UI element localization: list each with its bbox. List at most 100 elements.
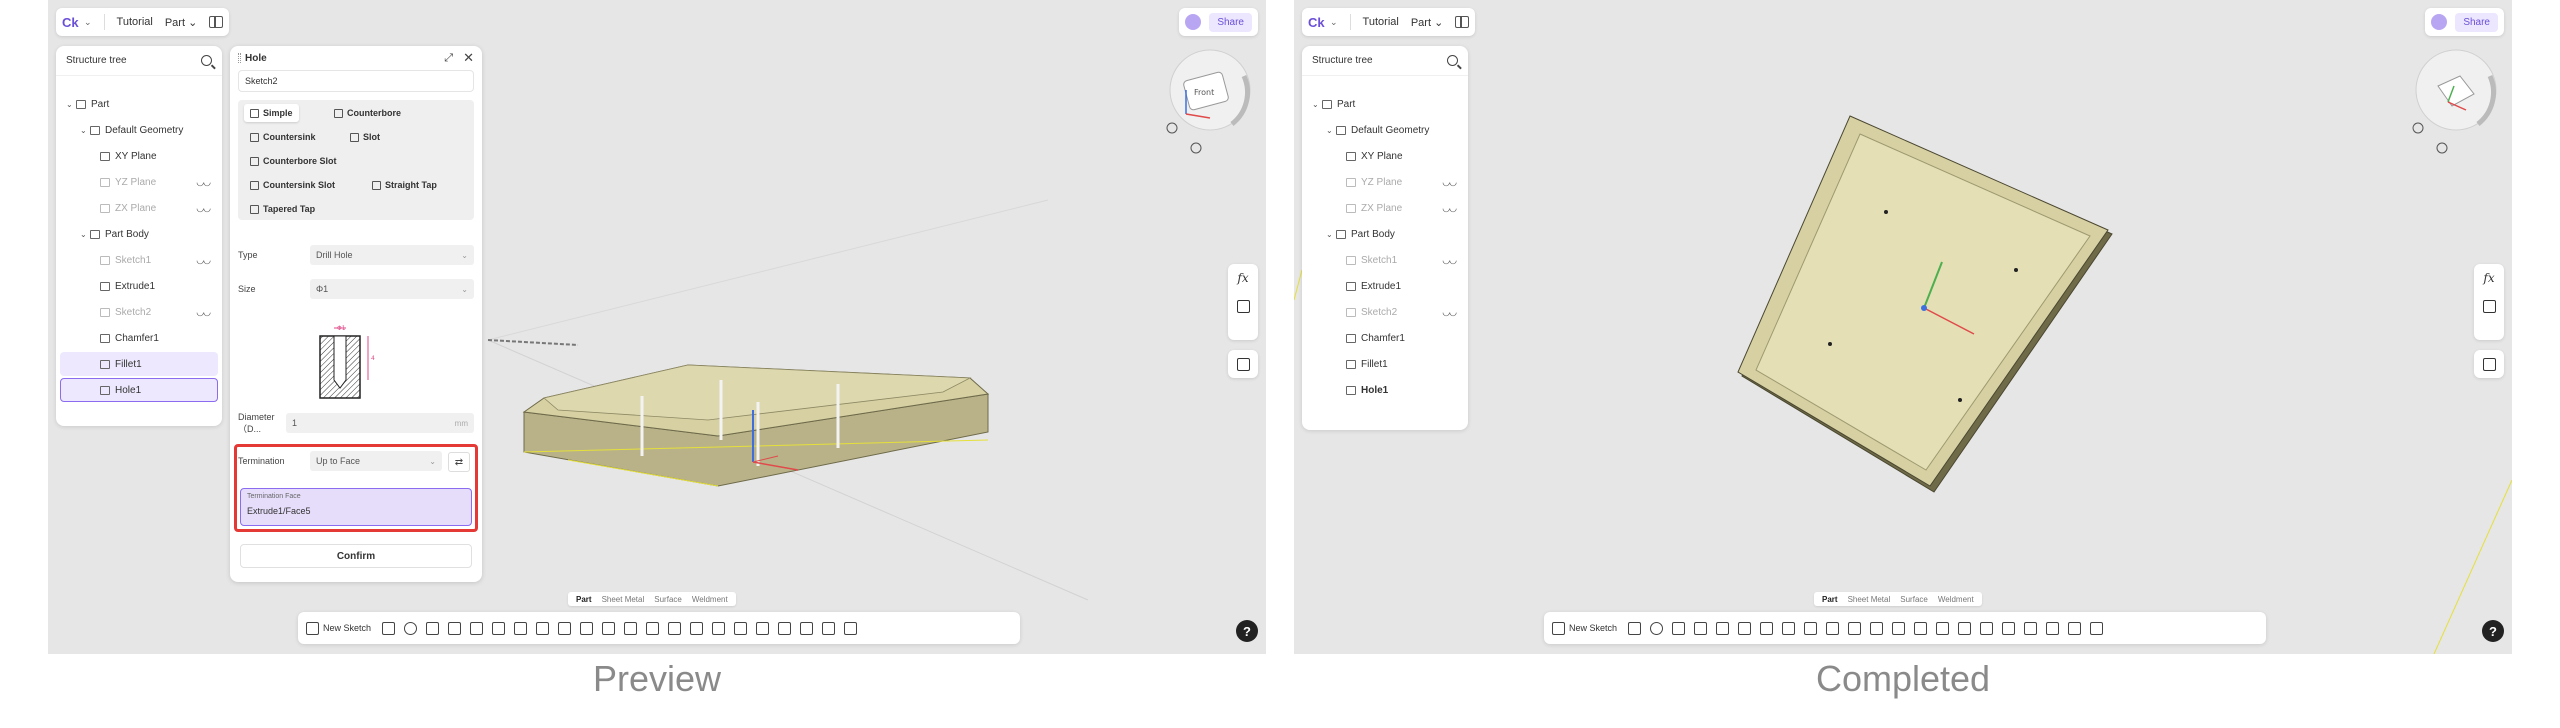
tree-item-hole1[interactable]: Hole1 bbox=[60, 378, 218, 402]
panel-toggle-icon[interactable] bbox=[1455, 16, 1470, 28]
tree-item-part-body[interactable]: ⌄ Part Body bbox=[1306, 222, 1464, 246]
chevron-down-icon[interactable]: ⌄ bbox=[1330, 17, 1338, 28]
scale-icon[interactable] bbox=[1980, 621, 1994, 635]
chevron-down-icon[interactable]: ⌄ bbox=[80, 126, 90, 135]
new-sketch-button[interactable]: New Sketch bbox=[306, 621, 371, 635]
avatar[interactable] bbox=[1185, 14, 1202, 30]
tree-item-extrude1[interactable]: Extrude1 bbox=[60, 274, 218, 298]
pattern-icon[interactable] bbox=[624, 621, 638, 635]
section-icon[interactable] bbox=[2090, 621, 2104, 635]
hidden-eye-icon[interactable]: ◡◡ bbox=[196, 177, 211, 188]
checklist-button[interactable] bbox=[2474, 292, 2504, 320]
tree-item-sketch2[interactable]: Sketch2 ◡◡ bbox=[60, 300, 218, 324]
draft-icon[interactable] bbox=[1826, 621, 1840, 635]
hole-type-straight-tap[interactable]: Straight Tap bbox=[366, 176, 443, 194]
share-button[interactable]: Share bbox=[1209, 12, 1252, 32]
combine-icon[interactable] bbox=[1914, 621, 1928, 635]
pin-icon[interactable]: ⤢ bbox=[444, 52, 453, 65]
search-icon[interactable] bbox=[1447, 55, 1458, 66]
view-cube-gizmo[interactable]: Front bbox=[1162, 46, 1258, 166]
hidden-eye-icon[interactable]: ◡◡ bbox=[196, 307, 211, 318]
checklist-button[interactable] bbox=[1228, 292, 1258, 320]
hole-type-tapered-tap[interactable]: Tapered Tap bbox=[244, 200, 321, 218]
tree-item-sketch1[interactable]: Sketch1 ◡◡ bbox=[1306, 248, 1464, 272]
tab-part[interactable]: Part bbox=[1818, 595, 1842, 604]
variable-button[interactable] bbox=[1228, 350, 1258, 378]
chevron-down-icon[interactable]: ⌄ bbox=[80, 230, 90, 239]
loft-icon[interactable] bbox=[448, 621, 462, 635]
hole-type-simple[interactable]: Simple bbox=[244, 104, 299, 122]
extrude-icon[interactable] bbox=[382, 621, 396, 635]
axis-icon[interactable] bbox=[2024, 621, 2038, 635]
fillet-icon[interactable] bbox=[1760, 621, 1774, 635]
tab-surface[interactable]: Surface bbox=[1896, 595, 1932, 604]
plane-icon[interactable] bbox=[756, 621, 770, 635]
move-icon[interactable] bbox=[1958, 621, 1972, 635]
rib-icon[interactable] bbox=[470, 621, 484, 635]
hidden-eye-icon[interactable]: ◡◡ bbox=[1442, 255, 1457, 266]
thicken-icon[interactable] bbox=[602, 621, 616, 635]
tree-item-fillet1[interactable]: Fillet1 bbox=[60, 352, 218, 376]
hole-icon[interactable] bbox=[1738, 621, 1752, 635]
sweep-icon[interactable] bbox=[426, 621, 440, 635]
tree-item-xy-plane[interactable]: XY Plane bbox=[60, 144, 218, 168]
tree-item-fillet1[interactable]: Fillet1 bbox=[1306, 352, 1464, 376]
flip-direction-icon[interactable]: ⇄ bbox=[448, 452, 470, 472]
axis-icon[interactable] bbox=[778, 621, 792, 635]
hidden-eye-icon[interactable]: ◡◡ bbox=[1442, 203, 1457, 214]
tab-sheet-metal[interactable]: Sheet Metal bbox=[1844, 595, 1895, 604]
tab-surface[interactable]: Surface bbox=[650, 595, 686, 604]
mirror-icon[interactable] bbox=[1892, 621, 1906, 635]
new-sketch-button[interactable]: New Sketch bbox=[1552, 621, 1617, 635]
tree-item-zx-plane[interactable]: ZX Plane ◡◡ bbox=[60, 196, 218, 220]
draft-icon[interactable] bbox=[580, 621, 594, 635]
chevron-down-icon[interactable]: ⌄ bbox=[1326, 126, 1336, 135]
app-logo-icon[interactable]: Ck bbox=[1308, 14, 1328, 30]
loft-icon[interactable] bbox=[1694, 621, 1708, 635]
hole-type-countersink-slot[interactable]: Countersink Slot bbox=[244, 176, 341, 194]
move-icon[interactable] bbox=[712, 621, 726, 635]
tree-item-zx-plane[interactable]: ZX Plane ◡◡ bbox=[1306, 196, 1464, 220]
drag-handle-icon[interactable] bbox=[238, 53, 241, 63]
hole-type-counterbore[interactable]: Counterbore bbox=[328, 104, 407, 122]
size-dropdown[interactable]: Φ1 ⌄ bbox=[310, 279, 474, 299]
tree-item-yz-plane[interactable]: YZ Plane ◡◡ bbox=[1306, 170, 1464, 194]
type-dropdown[interactable]: Drill Hole ⌄ bbox=[310, 245, 474, 265]
hidden-eye-icon[interactable]: ◡◡ bbox=[196, 255, 211, 266]
tab-weldment[interactable]: Weldment bbox=[688, 595, 732, 604]
tree-item-part[interactable]: ⌄ Part bbox=[60, 92, 218, 116]
plane-icon[interactable] bbox=[2002, 621, 2016, 635]
point-icon[interactable] bbox=[800, 621, 814, 635]
app-logo-icon[interactable]: Ck bbox=[62, 14, 82, 30]
tree-item-hole1[interactable]: Hole1 bbox=[1306, 378, 1464, 402]
tab-part[interactable]: Part bbox=[572, 595, 596, 604]
search-icon[interactable] bbox=[201, 55, 212, 66]
hidden-eye-icon[interactable]: ◡◡ bbox=[1442, 307, 1457, 318]
tutorial-breadcrumb[interactable]: Tutorial bbox=[111, 16, 159, 28]
hidden-eye-icon[interactable]: ◡◡ bbox=[1442, 177, 1457, 188]
chevron-down-icon[interactable]: ⌄ bbox=[1312, 100, 1322, 109]
termination-face-field[interactable]: Termination Face Extrude1/Face5 bbox=[240, 488, 472, 526]
tab-weldment[interactable]: Weldment bbox=[1934, 595, 1978, 604]
hole-type-counterbore-slot[interactable]: Counterbore Slot bbox=[244, 152, 343, 170]
rib-icon[interactable] bbox=[1716, 621, 1730, 635]
tree-item-chamfer1[interactable]: Chamfer1 bbox=[1306, 326, 1464, 350]
chamfer-icon[interactable] bbox=[536, 621, 550, 635]
combine-icon[interactable] bbox=[668, 621, 682, 635]
panel-toggle-icon[interactable] bbox=[209, 16, 224, 28]
mode-dropdown[interactable]: Part ⌄ bbox=[159, 16, 203, 29]
shell-icon[interactable] bbox=[1804, 621, 1818, 635]
revolve-icon[interactable] bbox=[1650, 621, 1664, 635]
chamfer-icon[interactable] bbox=[1782, 621, 1796, 635]
viewport-3d[interactable] bbox=[1294, 0, 2512, 654]
tree-item-part-body[interactable]: ⌄ Part Body bbox=[60, 222, 218, 246]
chevron-down-icon[interactable]: ⌄ bbox=[1326, 230, 1336, 239]
variable-button[interactable] bbox=[2474, 350, 2504, 378]
share-button[interactable]: Share bbox=[2455, 12, 2498, 32]
hole-type-slot[interactable]: Slot bbox=[344, 128, 386, 146]
pattern-icon[interactable] bbox=[1870, 621, 1884, 635]
tree-item-part[interactable]: ⌄ Part bbox=[1306, 92, 1464, 116]
formula-button[interactable]: fx bbox=[2474, 264, 2504, 292]
formula-button[interactable]: fx bbox=[1228, 264, 1258, 292]
extrude-icon[interactable] bbox=[1628, 621, 1642, 635]
